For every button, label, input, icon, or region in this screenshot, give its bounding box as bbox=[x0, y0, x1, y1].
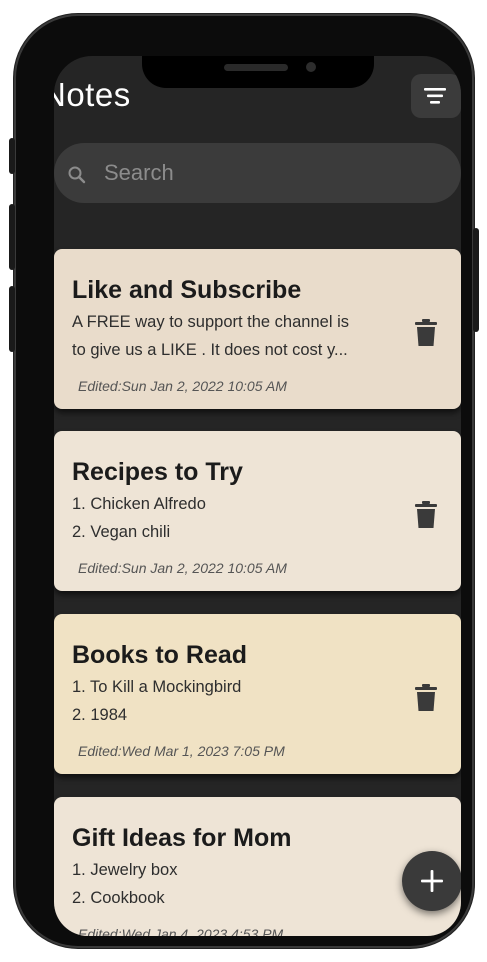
volume-down-button bbox=[9, 286, 15, 352]
note-card[interactable]: Like and Subscribe A FREE way to support… bbox=[54, 249, 461, 409]
note-preview-line: 1. Chicken Alfredo bbox=[72, 495, 206, 513]
search-input[interactable]: Search bbox=[104, 160, 174, 186]
trash-icon[interactable] bbox=[415, 501, 437, 528]
add-note-button[interactable] bbox=[402, 851, 461, 911]
phone-frame: Notes Search Like and Subscribe A FREE w… bbox=[9, 14, 479, 948]
trash-icon[interactable] bbox=[415, 319, 437, 346]
app-screen: Notes Search Like and Subscribe A FREE w… bbox=[54, 56, 461, 936]
note-edited-timestamp: Edited:Wed Jan 4, 2023 4:53 PM bbox=[78, 926, 284, 936]
sort-icon bbox=[424, 88, 446, 104]
note-title: Books to Read bbox=[72, 641, 248, 669]
note-title: Like and Subscribe bbox=[72, 276, 302, 304]
note-preview-line: 2. Cookbook bbox=[72, 889, 165, 907]
note-title: Gift Ideas for Mom bbox=[72, 824, 292, 852]
mute-switch bbox=[9, 138, 15, 174]
search-bar[interactable]: Search bbox=[54, 143, 461, 203]
phone-notch bbox=[142, 56, 374, 88]
sort-button[interactable] bbox=[411, 74, 461, 118]
note-edited-timestamp: Edited:Sun Jan 2, 2022 10:05 AM bbox=[78, 378, 287, 394]
note-preview-line: 2. Vegan chili bbox=[72, 523, 171, 541]
note-preview-line: 2. 1984 bbox=[72, 706, 128, 724]
note-preview-line: 1. Jewelry box bbox=[72, 861, 178, 879]
volume-up-button bbox=[9, 204, 15, 270]
note-title: Recipes to Try bbox=[72, 458, 243, 486]
page-title: Notes bbox=[54, 76, 131, 113]
front-camera bbox=[306, 62, 316, 72]
speaker-grille bbox=[224, 64, 288, 71]
note-preview-line: 1. To Kill a Mockingbird bbox=[72, 678, 242, 696]
power-button bbox=[473, 228, 479, 332]
plus-icon bbox=[421, 870, 443, 892]
note-card[interactable]: Recipes to Try 1. Chicken Alfredo 2. Veg… bbox=[54, 431, 461, 591]
note-card[interactable]: Gift Ideas for Mom 1. Jewelry box 2. Coo… bbox=[54, 797, 461, 936]
search-icon bbox=[68, 166, 86, 184]
note-edited-timestamp: Edited:Wed Mar 1, 2023 7:05 PM bbox=[78, 743, 285, 759]
note-preview-line: A FREE way to support the channel is bbox=[72, 313, 349, 331]
note-edited-timestamp: Edited:Sun Jan 2, 2022 10:05 AM bbox=[78, 560, 287, 576]
trash-icon[interactable] bbox=[415, 684, 437, 711]
note-preview-line: to give us a LIKE . It does not cost y..… bbox=[72, 341, 348, 359]
note-card[interactable]: Books to Read 1. To Kill a Mockingbird 2… bbox=[54, 614, 461, 774]
